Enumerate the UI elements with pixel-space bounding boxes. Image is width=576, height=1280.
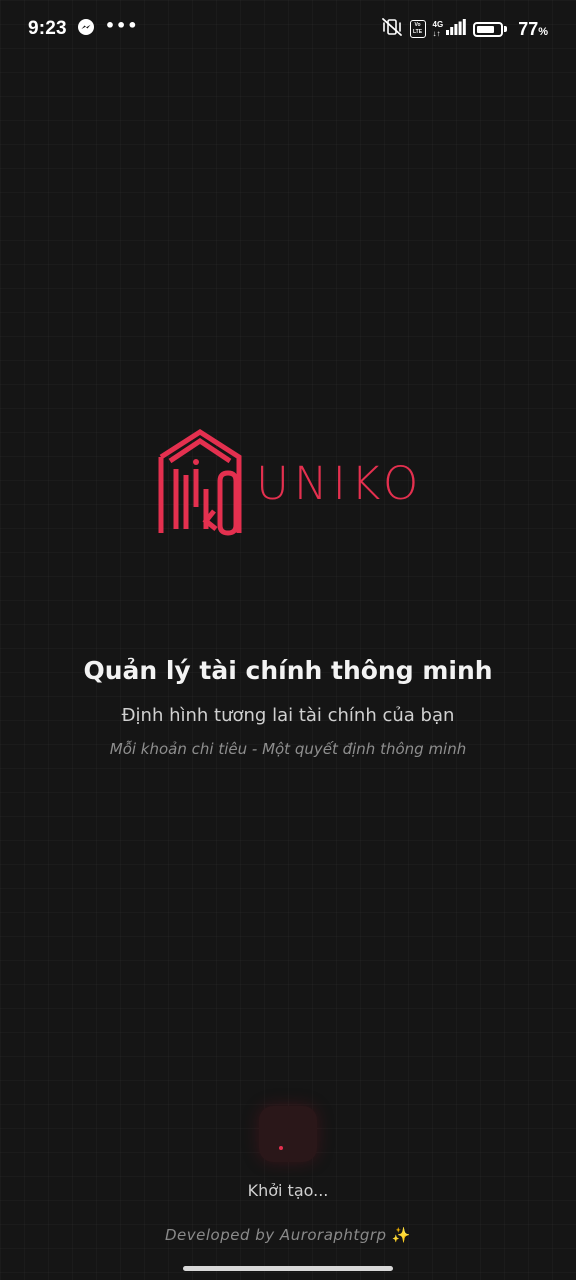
sparkles-icon: ✨ [391, 1226, 411, 1244]
developer-credit: Developed by Auroraphtgrp ✨ [0, 1226, 576, 1244]
battery-percent: 77% [518, 19, 548, 40]
battery-percent-unit: % [538, 25, 548, 38]
splash-subtitle: Định hình tương lai tài chính của bạn [121, 705, 455, 726]
network-label: 4G [432, 20, 444, 29]
battery-fill [477, 25, 495, 33]
network-type: 4G ↓↑ [433, 20, 444, 38]
house-logo-icon [158, 429, 242, 536]
loading-text: Khởi tạo... [247, 1181, 329, 1200]
loading-dot [279, 1146, 283, 1150]
home-indicator[interactable] [183, 1266, 393, 1271]
volte-icon: Vo LTE [409, 20, 426, 38]
status-time: 9:23 [28, 18, 67, 39]
battery-percent-value: 77 [518, 18, 539, 39]
app-logo: UNIKO [158, 428, 428, 538]
signal-icon [446, 19, 466, 39]
splash-headline: Quản lý tài chính thông minh [83, 656, 493, 685]
developer-credit-text: Developed by Auroraphtgrp [165, 1226, 387, 1244]
battery-cap [504, 26, 508, 32]
loading-spinner [259, 1106, 317, 1162]
splash-screen: 9:23 ••• Vo LTE 4G ↓↑ 77% UNIKO Quản lý … [0, 0, 576, 1280]
app-name: UNIKO [256, 456, 424, 510]
messenger-icon [77, 18, 95, 40]
battery-body [473, 21, 504, 37]
splash-tagline: Mỗi khoản chi tiêu - Một quyết định thôn… [109, 740, 467, 758]
battery-icon [473, 21, 508, 37]
status-left: 9:23 ••• [28, 18, 139, 40]
network-activity: ↓↑ [432, 29, 441, 38]
more-notifications-icon: ••• [104, 16, 139, 35]
status-right: Vo LTE 4G ↓↑ 77% [381, 17, 548, 41]
mute-vibrate-icon [381, 17, 403, 41]
status-bar: 9:23 ••• Vo LTE 4G ↓↑ 77% [0, 0, 576, 58]
